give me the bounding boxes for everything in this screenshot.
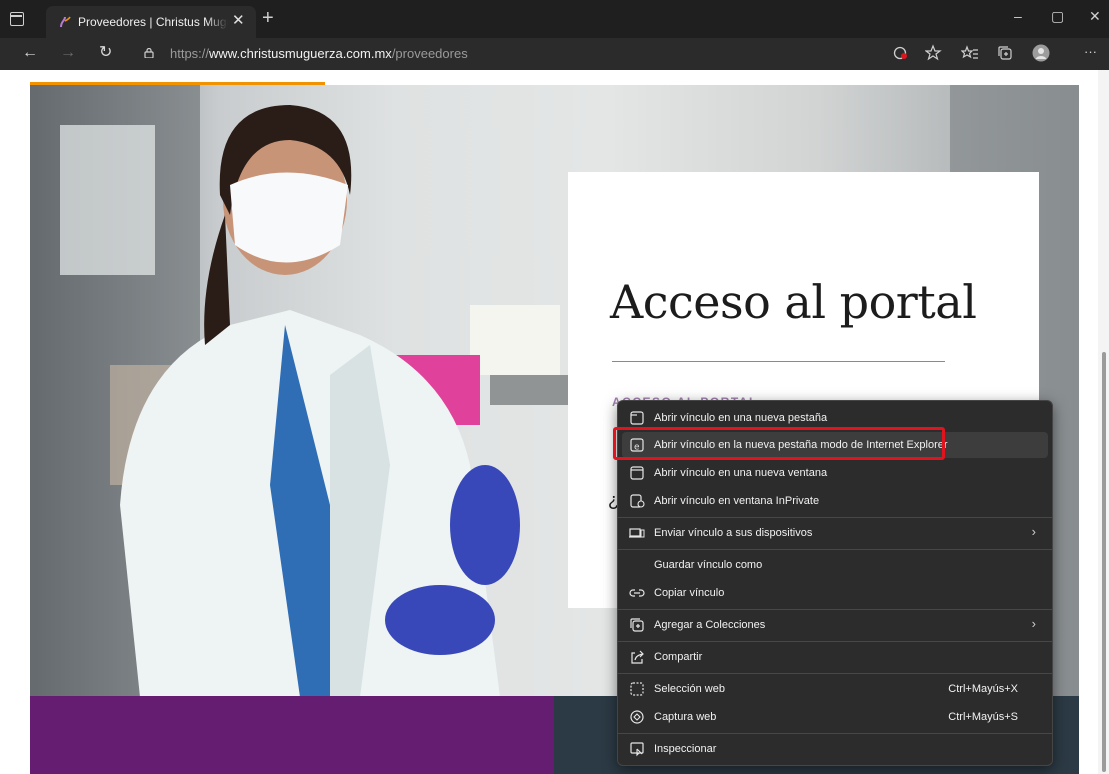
new-tab-button[interactable]: +: [262, 8, 274, 28]
inspect-icon: [630, 742, 644, 757]
purple-section: [30, 696, 554, 774]
menu-item-open-new-window[interactable]: Abrir vínculo en una nueva ventana: [622, 460, 1048, 486]
menu-item-open-inprivate[interactable]: Abrir vínculo en ventana InPrivate: [622, 488, 1048, 514]
refresh-button[interactable]: ↻: [99, 43, 112, 63]
new-tab-icon: [630, 411, 644, 425]
tab-close-icon[interactable]: ✕: [232, 13, 245, 29]
inprivate-icon: [630, 494, 645, 508]
collections-icon: [630, 618, 644, 632]
minimize-button[interactable]: –: [1014, 6, 1022, 26]
christus-favicon-icon: [60, 16, 71, 28]
add-favorite-icon[interactable]: [925, 44, 943, 62]
collections-toolbar-icon[interactable]: [996, 44, 1014, 62]
tracking-prevention-icon[interactable]: [892, 44, 910, 62]
share-icon: [631, 650, 644, 664]
menu-item-save-link-as[interactable]: Guardar vínculo como: [622, 552, 1048, 578]
browser-toolbar: ← → ↻ https://www.christusmuguerza.com.m…: [0, 38, 1109, 70]
menu-item-copy-link[interactable]: Copiar vínculo: [622, 580, 1048, 606]
devices-icon: [629, 528, 645, 538]
browser-tab[interactable]: Proveedores | Christus Muguerza ✕: [46, 6, 256, 38]
tab-title: Proveedores | Christus Muguerza: [78, 15, 228, 29]
submenu-chevron-icon: ›: [1031, 524, 1036, 539]
tab-actions-icon[interactable]: [10, 12, 24, 26]
menu-separator: [618, 549, 1052, 550]
settings-more-button[interactable]: ···: [1084, 42, 1097, 62]
back-button[interactable]: ←: [22, 43, 38, 63]
highlight-annotation-box: [613, 427, 945, 460]
shortcut-text: Ctrl+Mayús+X: [948, 683, 1018, 695]
title-bar: Proveedores | Christus Muguerza ✕ + – ▢ …: [0, 0, 1109, 38]
menu-item-web-capture[interactable]: Captura web Ctrl+Mayús+S: [622, 704, 1048, 730]
title-divider: [612, 361, 945, 362]
profile-avatar-icon[interactable]: [1032, 44, 1050, 62]
favorites-icon[interactable]: [961, 44, 979, 62]
link-icon: [629, 589, 645, 597]
menu-item-inspect[interactable]: Inspeccionar: [622, 736, 1048, 762]
menu-item-web-select[interactable]: Selección web Ctrl+Mayús+X: [622, 676, 1048, 702]
menu-separator: [618, 609, 1052, 610]
new-window-icon: [630, 466, 644, 480]
menu-separator: [618, 517, 1052, 518]
menu-separator: [618, 733, 1052, 734]
submenu-chevron-icon: ›: [1031, 616, 1036, 631]
menu-item-add-to-collections[interactable]: Agregar a Colecciones ›: [622, 612, 1048, 638]
shortcut-text: Ctrl+Mayús+S: [948, 711, 1018, 723]
web-select-icon: [630, 682, 644, 696]
menu-item-send-to-devices[interactable]: Enviar vínculo a sus dispositivos ›: [622, 520, 1048, 546]
address-bar[interactable]: https://www.christusmuguerza.com.mx/prov…: [132, 41, 880, 67]
menu-item-share[interactable]: Compartir: [622, 644, 1048, 670]
close-window-button[interactable]: ✕: [1089, 6, 1101, 26]
scrollbar-thumb[interactable]: [1102, 352, 1106, 772]
menu-separator: [618, 641, 1052, 642]
url-text[interactable]: https://www.christusmuguerza.com.mx/prov…: [170, 46, 468, 61]
lock-icon[interactable]: [144, 48, 154, 58]
forward-button[interactable]: →: [60, 43, 76, 63]
web-capture-icon: [630, 710, 644, 724]
page-title: Acceso al portal: [610, 275, 977, 329]
menu-separator: [618, 673, 1052, 674]
maximize-button[interactable]: ▢: [1051, 6, 1064, 26]
